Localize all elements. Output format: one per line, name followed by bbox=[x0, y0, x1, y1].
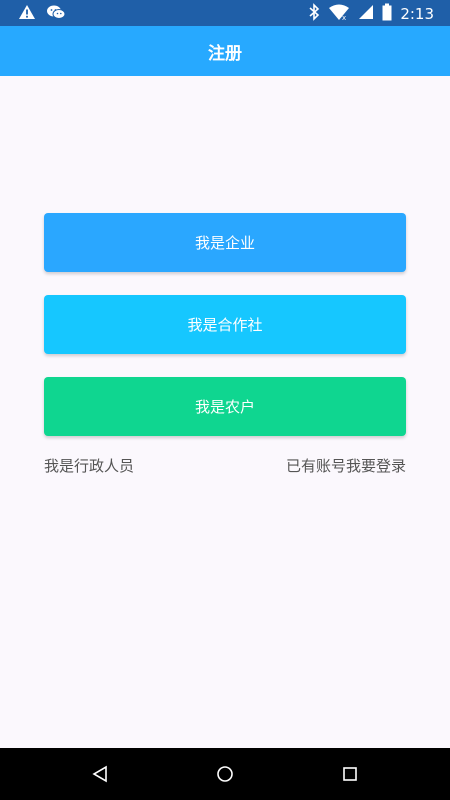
bluetooth-icon bbox=[308, 3, 320, 25]
cooperative-button[interactable]: 我是合作社 bbox=[44, 295, 406, 354]
farmer-button-label: 我是农户 bbox=[194, 398, 255, 416]
login-link[interactable]: 已有账号我要登录 bbox=[286, 455, 406, 476]
battery-icon bbox=[382, 3, 392, 25]
app-bar: 注册 bbox=[0, 26, 450, 76]
status-bar: x 2:13 bbox=[0, 0, 450, 26]
enterprise-button-label: 我是企业 bbox=[194, 234, 255, 252]
status-bar-left bbox=[18, 4, 66, 24]
warning-icon bbox=[18, 4, 36, 24]
navigation-bar bbox=[0, 748, 450, 800]
recent-apps-icon[interactable] bbox=[340, 764, 360, 784]
back-icon[interactable] bbox=[90, 764, 110, 784]
status-bar-right: x 2:13 bbox=[308, 3, 434, 25]
wifi-icon: x bbox=[328, 3, 350, 25]
signal-icon bbox=[358, 3, 374, 25]
home-icon[interactable] bbox=[215, 764, 235, 784]
wechat-icon bbox=[46, 4, 66, 24]
svg-text:x: x bbox=[342, 14, 346, 21]
enterprise-button[interactable]: 我是企业 bbox=[44, 213, 406, 272]
admin-link[interactable]: 我是行政人员 bbox=[44, 455, 134, 476]
cooperative-button-label: 我是合作社 bbox=[187, 316, 263, 334]
page-title: 注册 bbox=[208, 43, 242, 64]
farmer-button[interactable]: 我是农户 bbox=[44, 377, 406, 436]
status-time: 2:13 bbox=[400, 5, 434, 23]
